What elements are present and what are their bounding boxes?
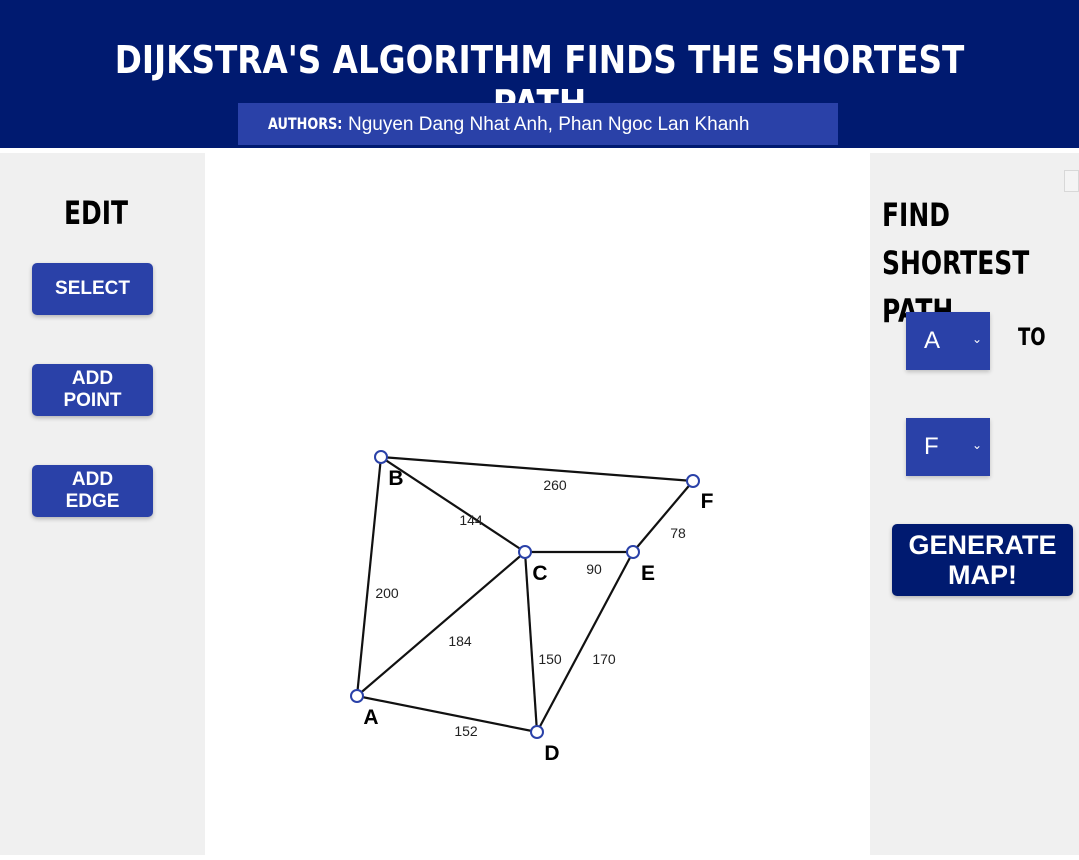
to-node-select[interactable]: F ⌄: [906, 418, 990, 476]
node-b[interactable]: [374, 450, 388, 464]
edge-weight-label: 150: [538, 651, 562, 667]
edge-weight-label: 200: [375, 585, 399, 601]
edge-weight-label: 144: [459, 512, 483, 528]
graph-svg[interactable]: 260 144 200 90 78 184 150 170 152 A B C D E F: [205, 153, 870, 855]
edge-weight-label: 260: [543, 477, 567, 493]
node-f[interactable]: [686, 474, 700, 488]
select-button[interactable]: SELECT: [32, 263, 153, 315]
edge-a-d[interactable]: [356, 694, 538, 734]
node-label-c: C: [532, 562, 547, 585]
edge-b-a[interactable]: [355, 456, 383, 697]
authors-label: AUTHORS:: [268, 114, 343, 133]
add-point-button[interactable]: ADD POINT: [32, 364, 153, 416]
from-node-select[interactable]: A ⌄: [906, 312, 990, 370]
node-label-d: D: [544, 742, 559, 765]
from-node-value: A: [924, 327, 941, 354]
authors-names: Nguyen Dang Nhat Anh, Phan Ngoc Lan Khan…: [348, 114, 750, 135]
edge-weight-label: 90: [586, 561, 602, 577]
to-node-value: F: [924, 433, 939, 460]
chevron-down-icon: ⌄: [971, 438, 982, 452]
edge-weight-label: 170: [592, 651, 616, 667]
shortest-path-panel: FIND SHORTEST PATH: [870, 153, 1079, 855]
node-label-a: A: [363, 706, 378, 729]
node-e[interactable]: [626, 545, 640, 559]
add-edge-button[interactable]: ADD EDGE: [32, 465, 153, 517]
node-d[interactable]: [530, 725, 544, 739]
graph-canvas[interactable]: 260 144 200 90 78 184 150 170 152 A B C D E F: [205, 153, 870, 855]
edge-b-f[interactable]: [380, 455, 694, 483]
edge-weight-label: 184: [448, 633, 472, 649]
edit-panel: EDIT SELECT ADD POINT ADD EDGE: [0, 153, 205, 855]
node-label-b: B: [388, 467, 403, 490]
node-label-e: E: [641, 562, 655, 585]
edge-weight-label: 152: [454, 723, 478, 739]
node-c[interactable]: [518, 545, 532, 559]
generate-map-button[interactable]: GENERATE MAP!: [892, 524, 1073, 596]
resize-handle[interactable]: [1064, 170, 1079, 192]
edge-a-c[interactable]: [356, 551, 526, 697]
node-a[interactable]: [350, 689, 364, 703]
edge-e-f[interactable]: [632, 480, 694, 553]
node-label-f: F: [701, 490, 714, 513]
to-label: TO: [1018, 323, 1046, 351]
edge-e-d[interactable]: [536, 551, 634, 733]
header: DIJKSTRA'S ALGORITHM FINDS THE SHORTEST …: [0, 0, 1079, 148]
edit-heading: EDIT: [64, 194, 129, 232]
authors-banner: AUTHORS: Nguyen Dang Nhat Anh, Phan Ngoc…: [238, 103, 838, 145]
chevron-down-icon: ⌄: [971, 332, 982, 346]
edge-weight-label: 78: [670, 525, 686, 541]
